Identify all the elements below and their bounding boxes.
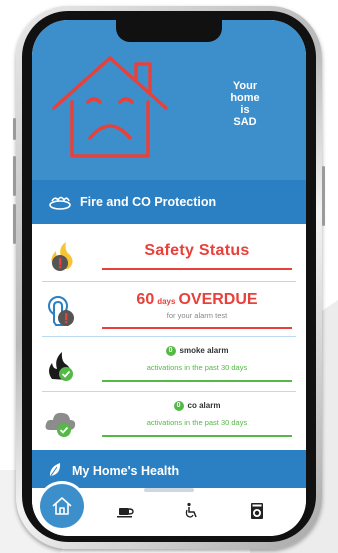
notch — [116, 20, 222, 42]
days-word: days — [157, 297, 176, 306]
appliance-icon[interactable] — [246, 502, 268, 520]
smoke-flame-icon — [49, 352, 73, 381]
home-indicator — [144, 488, 194, 492]
safety-status-row[interactable]: Safety Status — [32, 228, 306, 283]
app-screen: Your home is SAD Fire and CO Protection — [32, 20, 306, 536]
coffee-icon[interactable] — [114, 502, 136, 520]
row-divider — [42, 391, 296, 392]
smoke-alarm-label: smoke alarm — [179, 346, 229, 356]
row-divider — [42, 336, 296, 337]
smoke-count-badge: 0 — [165, 346, 176, 356]
overdue-subtitle: for your alarm test — [166, 311, 228, 320]
protection-list: Safety Status 60 days OVERDUE for your ala… — [32, 228, 306, 448]
safety-status-title: Safety Status — [144, 242, 250, 259]
alarm-test-icon — [48, 296, 74, 326]
home-status-hero: Your home is SAD — [32, 20, 306, 180]
section-title: Fire and CO Protection — [80, 195, 217, 209]
bottom-tab-bar — [32, 484, 306, 536]
status-line: home — [230, 92, 260, 104]
co-alarm-row[interactable]: 0 co alarm activations in the past 30 day… — [32, 393, 306, 448]
home-icon — [52, 497, 72, 515]
status-line: is — [240, 104, 250, 116]
smoke-alarm-count: 0 smoke alarm — [102, 346, 292, 356]
smoke-alarm-subtitle: activations in the past 30 days — [146, 363, 248, 372]
sad-house-icon — [52, 56, 168, 158]
green-divider — [102, 380, 292, 382]
home-status-text: Your home is SAD — [220, 80, 270, 128]
co-alarm-count: 0 co alarm — [102, 401, 292, 411]
section-title: My Home's Health — [72, 464, 180, 478]
smoke-alarm-row[interactable]: 0 smoke alarm activations in the past 30 … — [32, 338, 306, 393]
leaf-icon — [49, 463, 61, 478]
green-divider — [102, 435, 292, 437]
co-count-badge: 0 — [173, 401, 184, 411]
tab-home[interactable] — [40, 484, 84, 528]
accessibility-icon[interactable] — [180, 502, 202, 520]
home-health-section-header[interactable]: My Home's Health — [32, 450, 306, 490]
overdue-label: OVERDUE — [178, 291, 258, 308]
co-cloud-icon — [45, 412, 76, 437]
overdue-days: 60 — [136, 291, 155, 308]
fire-warning-icon — [51, 242, 73, 271]
smoke-detector-icon — [49, 196, 71, 210]
status-line: SAD — [233, 116, 257, 128]
co-alarm-subtitle: activations in the past 30 days — [146, 418, 248, 427]
status-line: Your — [232, 80, 258, 92]
overdue-status: 60 days OVERDUE — [102, 291, 292, 309]
red-divider — [102, 327, 292, 329]
red-divider — [102, 268, 292, 270]
alarm-test-row[interactable]: 60 days OVERDUE for your alarm test — [32, 283, 306, 338]
row-divider — [42, 281, 296, 282]
co-alarm-label: co alarm — [187, 401, 221, 411]
fire-co-section-header[interactable]: Fire and CO Protection — [32, 180, 306, 224]
